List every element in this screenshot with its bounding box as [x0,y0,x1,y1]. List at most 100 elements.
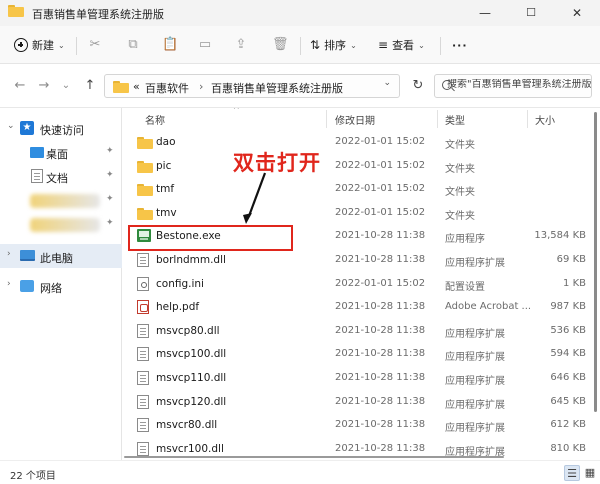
file-name: msvcp100.dll [156,348,227,361]
scrollbar-thumb[interactable] [124,456,504,458]
sidebar-item-label: 桌面 [46,148,68,161]
scrollbar-thumb[interactable] [594,112,597,412]
star-icon: ★ [20,121,34,135]
chevron-right-icon[interactable]: › [7,279,11,289]
file-date: 2022-01-01 15:02 [335,206,426,218]
vertical-scrollbar[interactable] [594,108,598,456]
more-button[interactable]: ··· [452,35,468,55]
item-count: 22 个项目 [10,471,56,482]
pin-icon: ✦ [106,218,114,228]
view-icon: ≡ [378,38,389,52]
folder-icon [137,184,153,197]
window-title: 百惠销售单管理系统注册版 [32,8,164,21]
chevron-down-icon: ⌄ [350,40,357,50]
recent-locations-button[interactable]: ⌄ [58,78,74,94]
close-button[interactable]: ✕ [554,0,600,26]
sort-icon: ⇅ [310,38,321,52]
file-row[interactable]: msvcr80.dll 2021-10-28 11:38 应用程序扩展 612 KB [123,413,600,437]
details-view-button[interactable]: ☰ [564,465,580,481]
paste-icon[interactable]: 📋 [162,38,178,52]
sort-button[interactable]: ⇅ 排序 ⌄ [310,35,357,55]
dll-file-icon [137,347,149,362]
dll-file-icon [137,371,149,385]
maximize-button[interactable]: ☐ [508,0,554,26]
document-icon [31,169,43,183]
horizontal-scrollbar[interactable] [124,456,592,459]
file-name: help.pdf [156,301,200,314]
file-name: msvcp110.dll [156,372,227,384]
file-row[interactable]: tmf 2022-01-01 15:02 文件夹 [123,177,600,201]
file-list: ^ 名称 修改日期 类型 大小 dao 2022-01-01 15:02 文件夹 pi… [123,108,600,460]
view-button[interactable]: ≡ 查看 ⌄ [378,35,425,55]
address-bar[interactable]: « 百惠软件 › 百惠销售单管理系统注册版 ⌄ [104,74,400,98]
cut-icon[interactable]: ✂ [88,38,102,52]
file-date: 2022-01-01 15:02 [335,277,426,289]
sidebar-item-desktop[interactable]: 桌面 ✦ [0,140,122,164]
dll-file-icon [137,418,149,433]
forward-button[interactable]: → [36,78,52,94]
breadcrumb-item[interactable]: 百惠软件 [145,80,189,96]
chevron-down-icon: ⌄ [418,40,425,50]
navigation-pane: ⌄ ★ 快速访问 桌面 ✦ 文档 ✦ ✦ ✦ › 此电脑 › 网络 [0,108,122,460]
pin-icon: ✦ [106,146,114,156]
plus-icon [14,38,28,52]
file-size: 987 KB [550,301,586,313]
file-type: 应用程序扩展 [445,423,505,435]
separator [440,37,441,55]
file-name: msvcr100.dll [156,442,224,455]
file-row[interactable]: tmv 2022-01-01 15:02 文件夹 [123,201,600,225]
file-date: 2021-10-28 11:38 [335,254,426,265]
search-box[interactable] [434,74,592,98]
column-divider[interactable] [326,110,327,128]
file-name: msvcp120.dll [156,395,227,408]
share-icon[interactable]: ⇪ [234,38,248,52]
new-button[interactable]: 新建 ⌄ [14,35,65,55]
delete-icon[interactable]: 🗑 [272,38,289,52]
minimize-button[interactable]: — [462,0,508,26]
sidebar-item-documents[interactable]: 文档 ✦ [0,164,122,188]
file-date: 2021-10-28 11:38 [335,301,426,313]
up-button[interactable]: ↑ [82,78,98,94]
file-size: 645 KB [550,395,586,407]
chevron-down-icon[interactable]: ⌄ [383,78,391,88]
back-button[interactable]: ← [12,78,28,94]
file-row[interactable]: config.ini 2022-01-01 15:02 配置设置 1 KB [123,272,600,296]
sidebar-item-blurred[interactable]: ✦ [0,212,122,236]
sidebar-item-network[interactable]: › 网络 [0,274,122,298]
column-date[interactable]: 修改日期 [335,112,375,127]
file-row[interactable]: msvcp80.dll 2021-10-28 11:38 应用程序扩展 536 KB [123,319,600,343]
title-bar: 百惠销售单管理系统注册版 — ☐ ✕ [0,0,600,26]
file-date: 2021-10-28 11:38 [335,372,426,383]
file-date: 2021-10-28 11:38 [335,348,426,360]
column-divider[interactable] [527,110,528,128]
file-size: 810 KB [550,442,586,454]
file-name: pic [156,159,172,172]
column-type[interactable]: 类型 [445,112,465,127]
column-size[interactable]: 大小 [535,112,555,127]
file-size: 594 KB [550,348,586,360]
tiles-view-button[interactable]: ▦ [582,465,598,481]
column-name[interactable]: 名称 [145,112,165,127]
sidebar-item-quick-access[interactable]: ⌄ ★ 快速访问 [0,116,122,140]
breadcrumb-overflow[interactable]: « [133,80,140,93]
file-row[interactable]: msvcp110.dll 2021-10-28 11:38 应用程序扩展 646 KB [123,366,600,390]
column-divider[interactable] [437,110,438,128]
file-type: 应用程序扩展 [445,258,505,269]
file-row[interactable]: borlndmm.dll 2021-10-28 11:38 应用程序扩展 69 KB [123,248,600,272]
file-row[interactable]: msvcp100.dll 2021-10-28 11:38 应用程序扩展 594 KB [123,342,600,366]
refresh-button[interactable]: ↻ [408,76,428,96]
search-input[interactable] [447,79,591,90]
chevron-down-icon[interactable]: ⌄ [7,121,15,131]
file-row[interactable]: pic 2022-01-01 15:02 文件夹 [123,154,600,178]
file-row[interactable]: dao 2022-01-01 15:02 文件夹 [123,130,600,154]
file-row[interactable]: msvcp120.dll 2021-10-28 11:38 应用程序扩展 645 KB [123,390,600,414]
file-size: 536 KB [550,324,586,336]
chevron-right-icon[interactable]: › [7,249,11,259]
breadcrumb-item[interactable]: 百惠销售单管理系统注册版 [211,80,343,96]
copy-icon[interactable]: ⧉ [126,38,140,52]
file-row[interactable]: help.pdf 2021-10-28 11:38 Adobe Acrobat ..… [123,295,600,319]
rename-icon[interactable]: ▭ [198,38,212,52]
sidebar-item-this-pc[interactable]: › 此电脑 [0,244,122,268]
desktop-icon [30,147,44,158]
sidebar-item-blurred[interactable]: ✦ [0,188,122,212]
